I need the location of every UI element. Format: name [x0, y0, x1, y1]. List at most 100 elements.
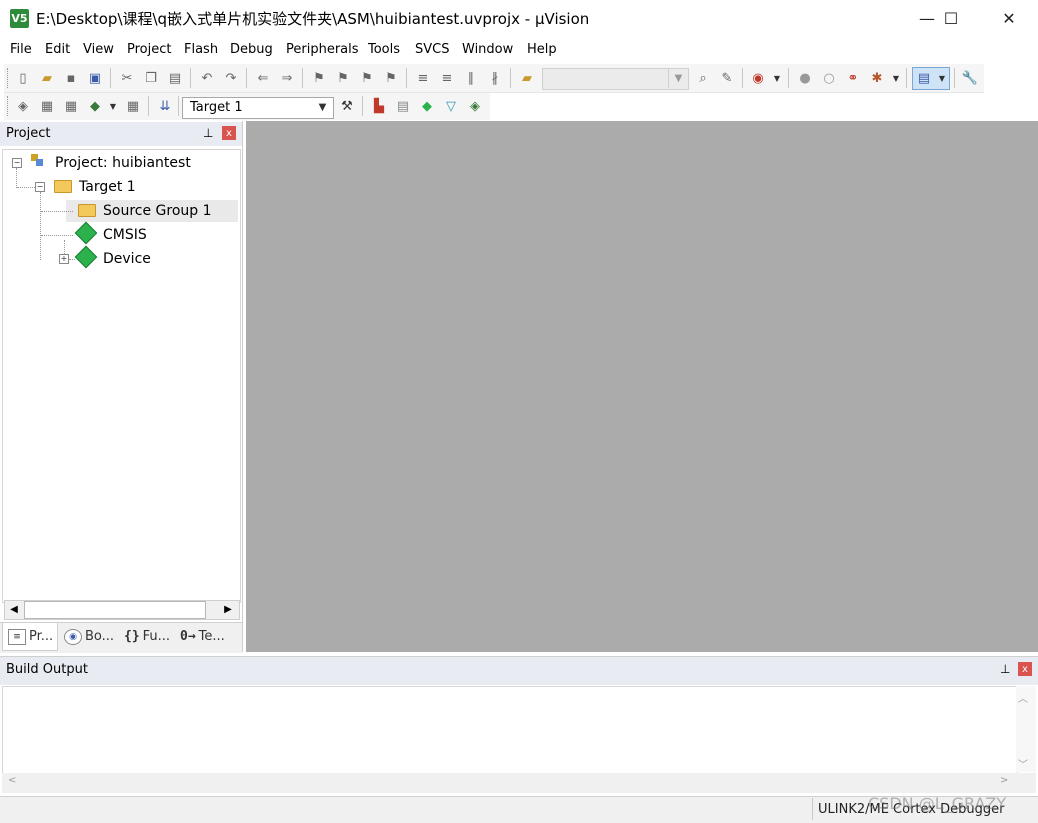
rebuild-icon[interactable]: ▦ [62, 97, 80, 115]
tree-item-target[interactable]: Target 1 [79, 179, 136, 195]
tree-item-project[interactable]: Project: huibiantest [55, 155, 191, 171]
new-file-icon[interactable]: ▯ [14, 69, 32, 87]
find-in-files-icon[interactable]: ▰ [518, 69, 536, 87]
collapse-toggle[interactable]: − [12, 158, 22, 168]
editor-area[interactable] [246, 121, 1038, 652]
close-icon[interactable]: x [222, 126, 236, 140]
menu-file[interactable]: File [10, 42, 32, 57]
menu-help[interactable]: Help [527, 42, 557, 57]
scroll-left-icon[interactable]: < [8, 775, 16, 786]
copy-icon[interactable]: ❐ [142, 69, 160, 87]
uncomment-icon[interactable]: ∦ [486, 69, 504, 87]
indent-icon[interactable]: ≡ [414, 69, 432, 87]
unindent-icon[interactable]: ≡ [438, 69, 456, 87]
clear-bookmarks-icon[interactable]: ⚑ [382, 69, 400, 87]
templates-tab-icon: 0→ [180, 629, 196, 644]
kill-breakpoints-icon[interactable]: ✱ [868, 69, 886, 87]
collapse-toggle[interactable]: − [35, 182, 45, 192]
cut-icon[interactable]: ✂ [118, 69, 136, 87]
build-icon[interactable]: ▦ [38, 97, 56, 115]
toolbar-separator [302, 68, 303, 88]
navigate-forward-icon[interactable]: ⇒ [278, 69, 296, 87]
tab-books[interactable]: ◉ Bo... [64, 623, 114, 650]
configure-wrench-icon[interactable]: 🔧 [961, 69, 979, 87]
close-window-button[interactable]: ✕ [986, 0, 1032, 36]
navigate-back-icon[interactable]: ⇐ [254, 69, 272, 87]
toolbar-grip[interactable] [7, 96, 11, 116]
next-bookmark-icon[interactable]: ⚑ [358, 69, 376, 87]
find-combo[interactable] [542, 68, 689, 90]
find-icon[interactable]: ⌕ [694, 69, 712, 87]
debug-session-icon[interactable]: ◉ [749, 69, 767, 87]
open-file-icon[interactable]: ▰ [38, 69, 56, 87]
scroll-up-icon[interactable]: ︿ [1018, 690, 1028, 705]
watermark: CSDN @L_GRAZY [868, 794, 1007, 813]
save-icon[interactable]: ▪ [62, 69, 80, 87]
chevron-down-icon[interactable]: ▼ [768, 69, 786, 87]
tree-item-source-group[interactable]: Source Group 1 [103, 203, 212, 219]
scroll-right-icon[interactable]: > [1000, 775, 1008, 786]
incremental-find-icon[interactable]: ✎ [718, 69, 736, 87]
books-tab-icon: ◉ [64, 628, 82, 645]
toolbar-separator [406, 68, 407, 88]
file-extensions-icon[interactable]: ▙ [370, 97, 388, 115]
previous-bookmark-icon[interactable]: ⚑ [334, 69, 352, 87]
menu-debug[interactable]: Debug [230, 42, 273, 57]
stop-build-icon[interactable]: ▦ [124, 97, 142, 115]
menu-tools[interactable]: Tools [368, 42, 400, 57]
save-all-icon[interactable]: ▣ [86, 69, 104, 87]
tab-templates[interactable]: 0→ Te... [180, 623, 225, 650]
comment-icon[interactable]: ∥ [462, 69, 480, 87]
tab-project[interactable]: ≡ Pr... [8, 623, 53, 650]
menu-flash[interactable]: Flash [184, 42, 218, 57]
build-output-hscrollbar[interactable] [2, 773, 1036, 793]
insert-breakpoint-icon[interactable]: ● [796, 69, 814, 87]
tab-functions[interactable]: {} Fu... [124, 623, 170, 650]
paste-icon[interactable]: ▤ [166, 69, 184, 87]
undo-icon[interactable]: ↶ [198, 69, 216, 87]
toolbar-separator [362, 96, 363, 116]
options-for-target-icon[interactable]: ⚒ [338, 97, 356, 115]
project-icon [30, 153, 44, 167]
scroll-right-icon[interactable]: ▶ [220, 602, 236, 616]
batch-build-icon[interactable]: ◆ [86, 97, 104, 115]
disable-breakpoints-icon[interactable]: ⚭ [844, 69, 862, 87]
chevron-down-icon[interactable]: ▼ [668, 68, 688, 88]
tree-item-cmsis[interactable]: CMSIS [103, 227, 147, 243]
menu-window[interactable]: Window [462, 42, 513, 57]
insert-bookmark-icon[interactable]: ⚑ [310, 69, 328, 87]
scroll-thumb[interactable] [24, 601, 206, 619]
tree-item-device[interactable]: Device [103, 251, 151, 267]
pin-icon[interactable]: ⊥ [203, 126, 213, 140]
chevron-down-icon[interactable]: ▼ [887, 69, 905, 87]
pin-icon[interactable]: ⊥ [1000, 662, 1010, 676]
redo-icon[interactable]: ↷ [222, 69, 240, 87]
close-icon[interactable]: x [1018, 662, 1032, 676]
expand-toggle[interactable]: + [59, 254, 69, 264]
manage-rte-icon[interactable]: ▤ [394, 97, 412, 115]
menu-project[interactable]: Project [127, 42, 171, 57]
menu-svcs[interactable]: SVCS [415, 42, 449, 57]
scroll-down-icon[interactable]: ﹀ [1018, 756, 1028, 771]
tab-project-label: Pr... [29, 629, 54, 644]
pack-manager-icon[interactable]: ◈ [466, 97, 484, 115]
chevron-down-icon[interactable]: ▼ [314, 98, 331, 117]
pack-installer-icon[interactable]: ◆ [418, 97, 436, 115]
scroll-left-icon[interactable]: ◀ [6, 602, 22, 616]
maximize-button[interactable]: ☐ [928, 0, 974, 36]
chevron-down-icon[interactable]: ▼ [104, 97, 122, 115]
toolbar-separator [148, 96, 149, 116]
download-load-icon[interactable]: ⇊ [156, 97, 174, 115]
tree-connector [17, 187, 35, 188]
select-software-packs-icon[interactable]: ▽ [442, 97, 460, 115]
menu-view[interactable]: View [83, 42, 114, 57]
window-title: E:\Desktop\课程\q嵌入式单片机实验文件夹\ASM\huibiante… [36, 10, 590, 28]
menu-peripherals[interactable]: Peripherals [286, 42, 359, 57]
toolbar-grip[interactable] [7, 68, 11, 88]
enable-breakpoint-icon[interactable]: ○ [820, 69, 838, 87]
build-output-text[interactable] [2, 686, 1018, 774]
toolbar-separator [954, 68, 955, 88]
toolbar-separator [906, 68, 907, 88]
menu-edit[interactable]: Edit [45, 42, 70, 57]
translate-icon[interactable]: ◈ [14, 97, 32, 115]
